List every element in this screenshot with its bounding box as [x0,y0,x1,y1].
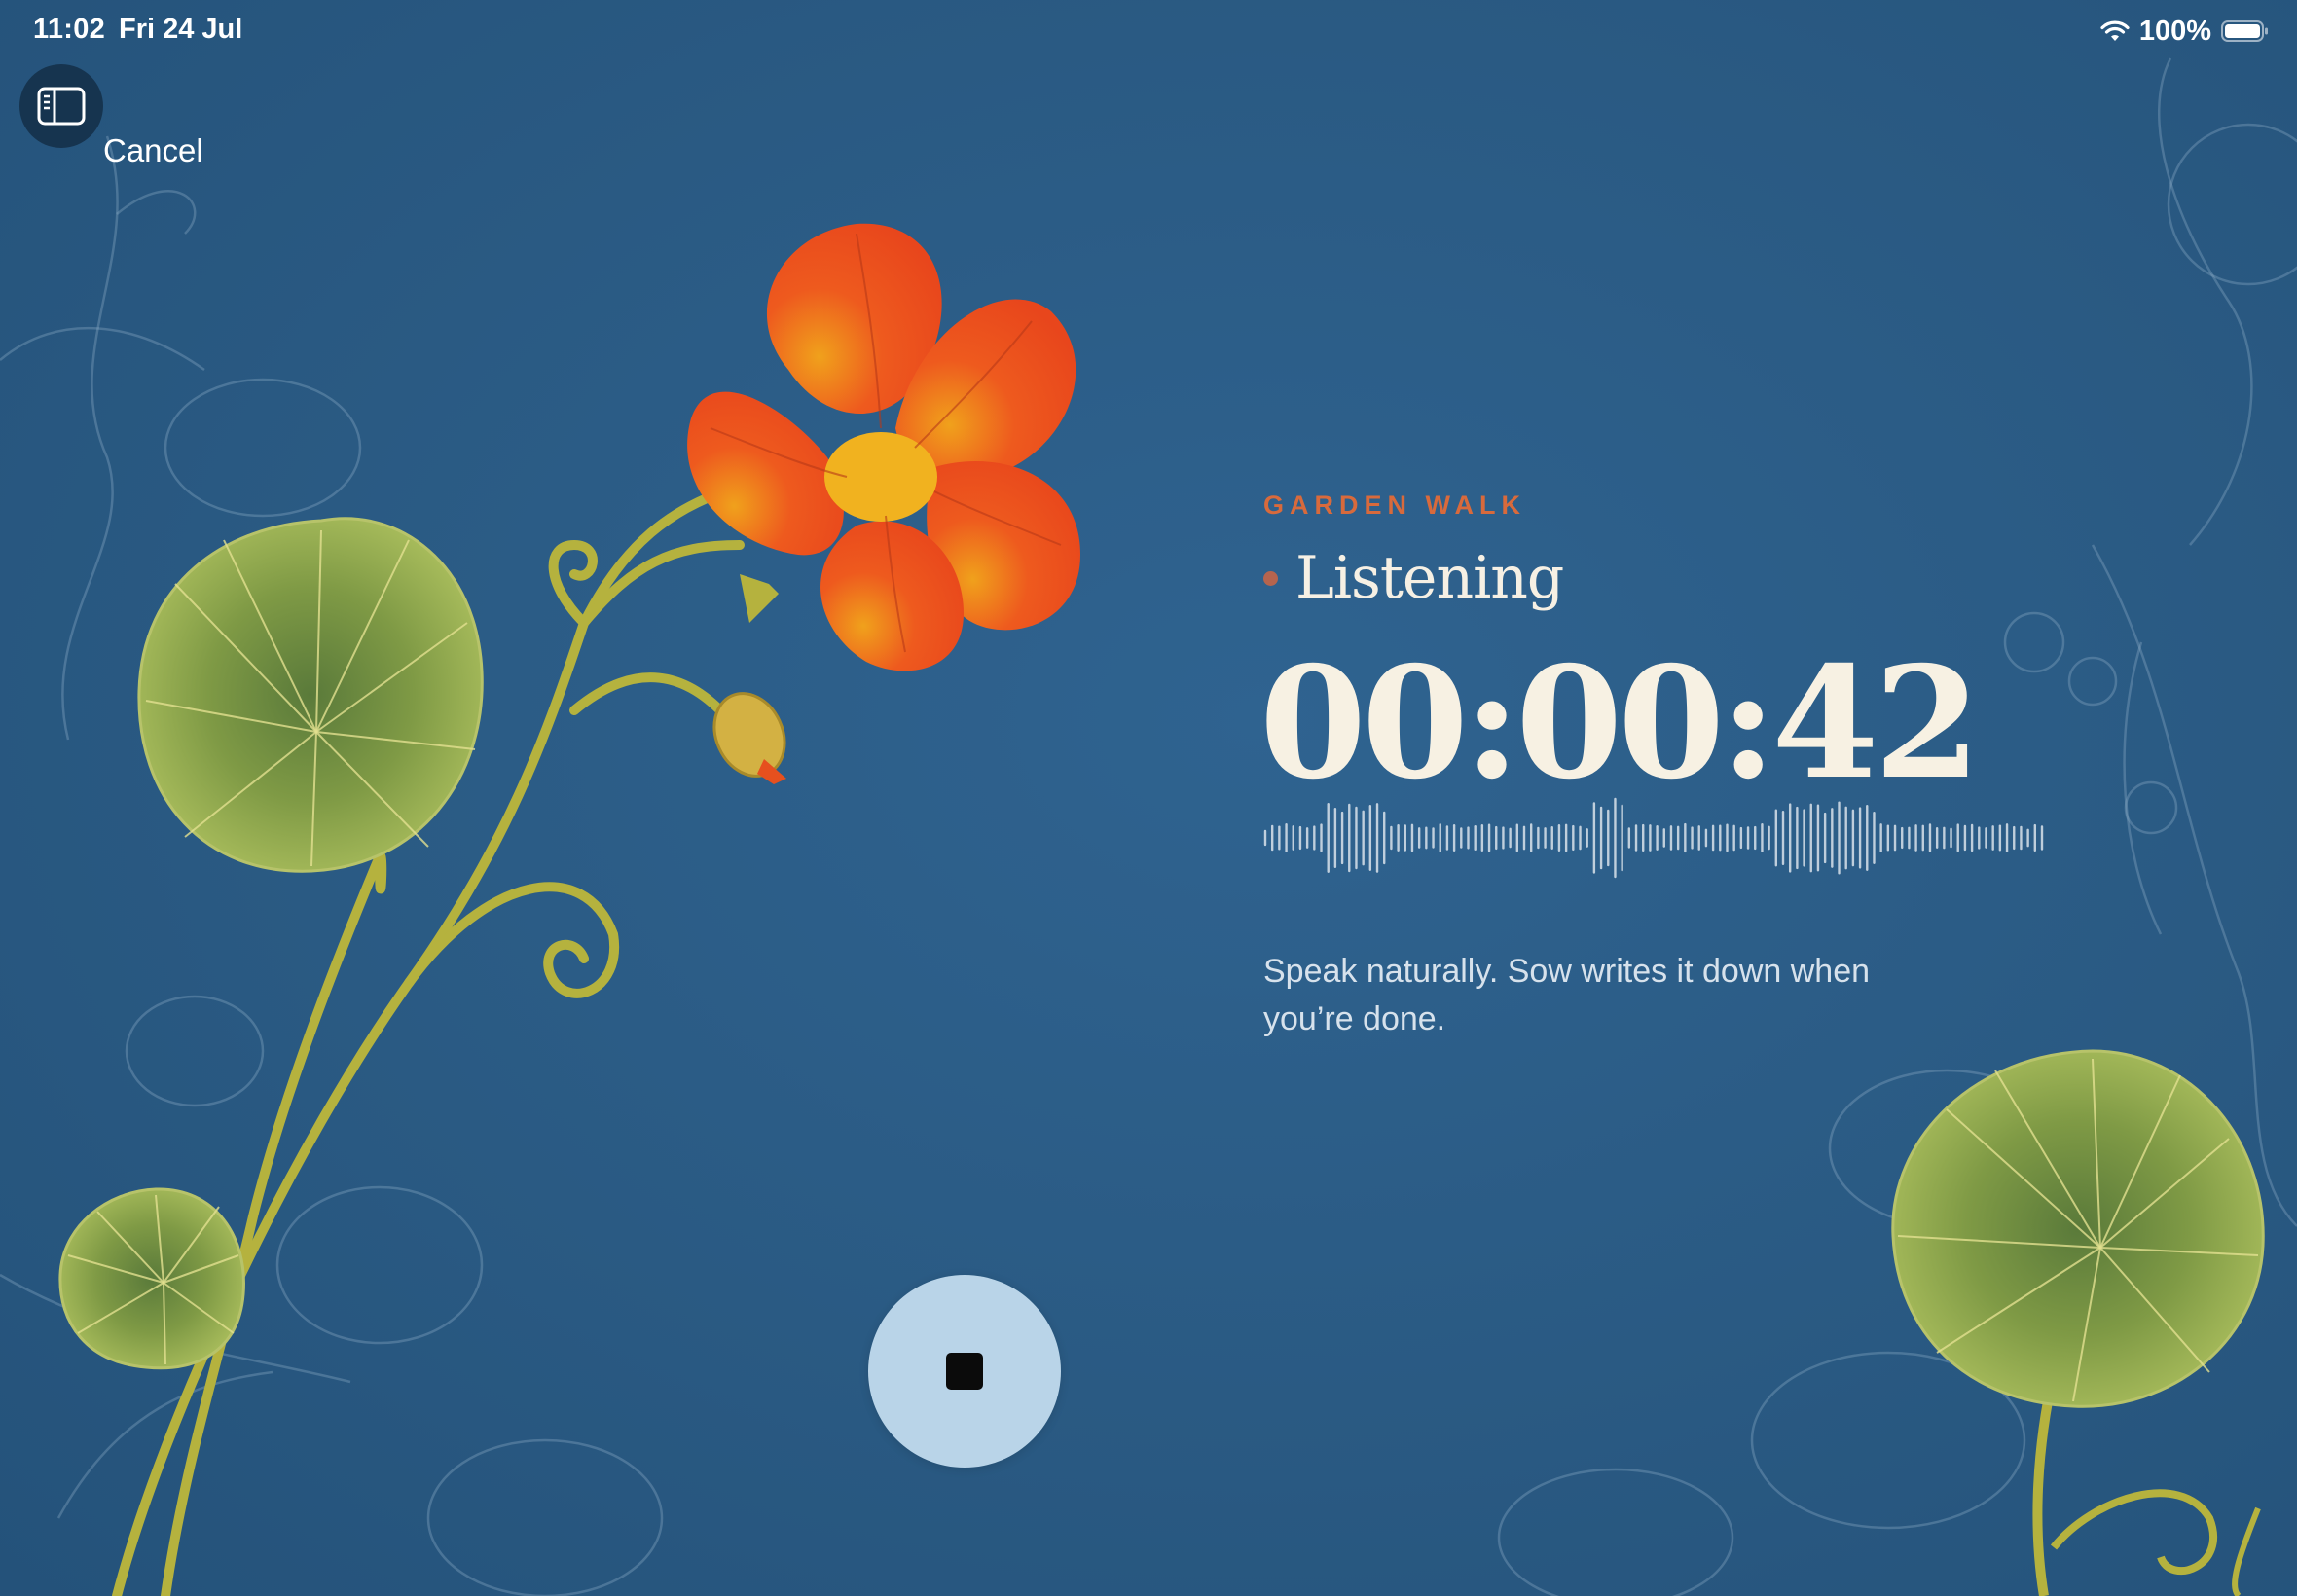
recording-panel: GARDEN WALK Listening 00:00:42 [1259,490,2061,801]
leaf-large-left [137,517,484,873]
nasturtium-flower [687,223,1080,671]
status-indicators: 100% [2100,12,2270,51]
battery-full-icon [2221,20,2268,42]
sidebar-toggle-icon [37,87,86,126]
status-time: 11:02 [33,14,106,45]
battery-percent: 100% [2138,15,2211,47]
section-label: GARDEN WALK [1263,490,1526,520]
elapsed-timer: 00:00:42 [1259,634,1981,814]
recording-dot-icon [1263,570,1278,586]
wifi-icon [2100,20,2130,41]
status-date: Fri 24 Jul [119,14,243,45]
status-label: Listening [1295,544,1564,612]
recording-status: Listening [1263,544,2061,612]
hint-text: Speak naturally. Sow writes it down when… [1263,953,1871,1037]
cancel-button[interactable]: Cancel [103,132,203,169]
flower-bud [712,692,786,784]
leaf-small-left [58,1187,245,1370]
leaf-large-right [1891,1049,2265,1408]
stop-icon [946,1353,983,1390]
sidebar-toggle-button[interactable] [19,64,103,148]
stop-recording-button[interactable] [868,1275,1061,1468]
status-bar: 11:02 Fri 24 Jul 100% [0,0,2297,62]
audio-waveform [1263,797,2044,879]
